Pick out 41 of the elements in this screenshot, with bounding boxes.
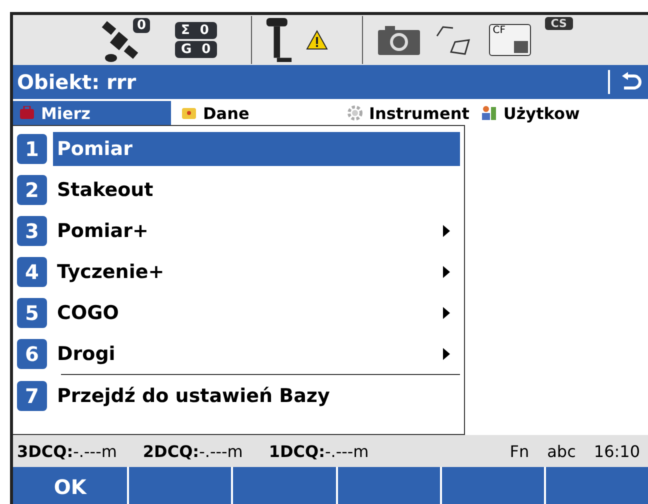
gnss-antenna-icon: [266, 18, 292, 62]
gear-icon: [347, 105, 363, 121]
battery-icon: CS: [544, 17, 573, 30]
number-key-badge: 3: [17, 216, 47, 246]
submenu-arrow-icon: [443, 266, 450, 278]
number-key-badge: 6: [17, 338, 47, 368]
g-label: G: [181, 42, 192, 57]
quality-reading: 2DCQ:-.---m: [142, 442, 243, 460]
submenu-arrow-icon: [443, 224, 450, 236]
satellite-count: 0: [133, 18, 150, 33]
status-text: abc: [547, 442, 576, 460]
folder-icon: [181, 106, 197, 120]
menu-item[interactable]: Pomiar+: [53, 214, 460, 248]
warning-icon: [306, 30, 328, 50]
status-text: 16:10: [594, 442, 640, 460]
submenu-arrow-icon: [443, 348, 450, 360]
window-title: Obiekt: rrr: [17, 70, 138, 94]
memory-card-icon: CF: [488, 24, 531, 56]
g-value: 0: [202, 42, 211, 57]
number-key-badge: 7: [17, 380, 47, 410]
number-key-badge: 1: [17, 134, 47, 164]
quality-reading: 3DCQ:-.---m: [17, 442, 117, 460]
menu-item[interactable]: Tyczenie+: [53, 254, 460, 288]
number-key-badge: 2: [17, 174, 47, 204]
number-key-badge: 4: [17, 256, 47, 286]
sigma-value: 0: [200, 23, 209, 38]
menu-item[interactable]: Stakeout: [53, 172, 460, 206]
user-tools-icon: [481, 105, 498, 121]
toolbox-icon: [19, 106, 35, 120]
menu-item[interactable]: COGO: [53, 296, 460, 330]
number-key-badge: 5: [17, 298, 47, 328]
menu-item[interactable]: Przejdź do ustawień Bazy: [53, 378, 460, 412]
status-text: Fn: [510, 442, 530, 460]
menu-item[interactable]: Pomiar: [53, 132, 460, 166]
tab[interactable]: Mierz: [13, 101, 171, 125]
camera-icon: [376, 24, 421, 56]
menu-item[interactable]: Drogi: [53, 336, 460, 370]
submenu-arrow-icon: [443, 306, 450, 318]
quality-reading: 1DCQ:-.---m: [268, 442, 369, 460]
sigma-label: Σ: [181, 23, 190, 38]
back-icon[interactable]: [620, 72, 642, 92]
